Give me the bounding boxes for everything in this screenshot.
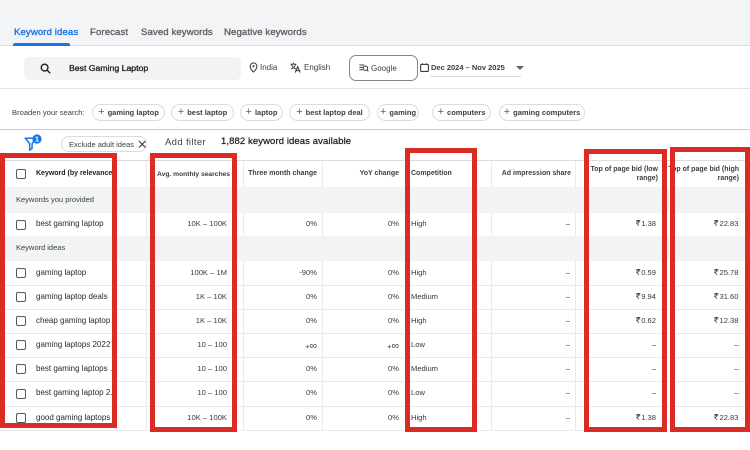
svg-text:1: 1 bbox=[35, 135, 39, 144]
